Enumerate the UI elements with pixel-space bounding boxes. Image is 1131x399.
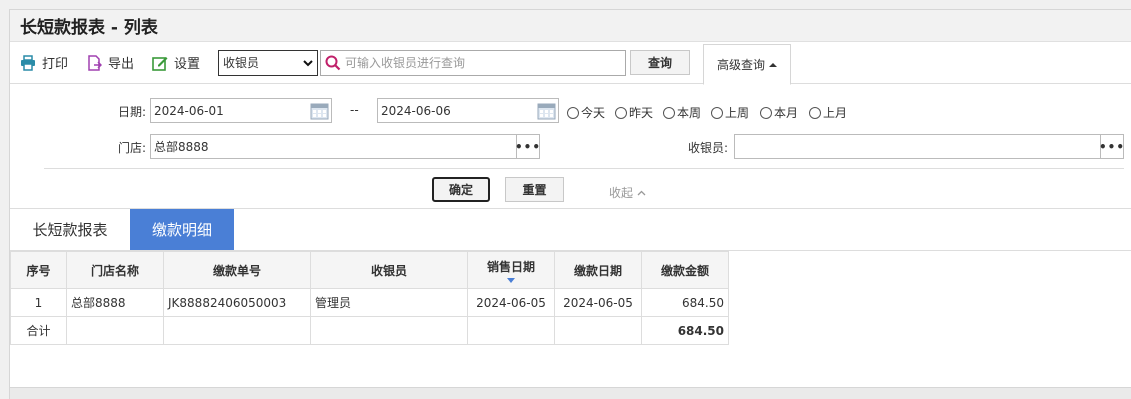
export-icon — [88, 54, 103, 71]
radio-circle — [615, 106, 627, 119]
radio-last-week[interactable]: 上周 — [711, 104, 749, 121]
table-row[interactable]: 1 总部8888 JK88882406050003 管理员 2024-06-05… — [10, 288, 729, 317]
date-label: 日期: — [118, 105, 147, 119]
collapse-label: 收起 — [609, 186, 634, 200]
chevron-up-icon — [637, 190, 646, 195]
date-to-field[interactable]: 2024-06-06 — [377, 98, 559, 123]
tab-long-short-report[interactable]: 长短款报表 — [10, 209, 130, 250]
store-field[interactable]: 总部8888 ••• — [150, 134, 540, 159]
horizontal-scrollbar[interactable] — [10, 387, 1131, 399]
chevron-down-icon — [303, 59, 313, 66]
radio-last-month[interactable]: 上月 — [809, 104, 847, 121]
radio-label: 昨天 — [629, 106, 654, 120]
cell-store: 总部8888 — [66, 288, 164, 317]
search-input[interactable] — [345, 55, 616, 70]
total-empty-cell — [310, 316, 468, 345]
radio-yesterday[interactable]: 昨天 — [615, 104, 653, 121]
search-field-select[interactable]: 收银员 — [218, 49, 319, 76]
col-header-index[interactable]: 序号 — [10, 251, 67, 289]
toolbar: 打印 导出 设置 收银员 可输入收银员进行查询 查询 高级查询 — [10, 42, 1131, 85]
query-button[interactable]: 查询 — [630, 50, 691, 75]
date-from-value: 2024-06-01 — [154, 103, 224, 118]
cashier-label: 收银员: — [688, 141, 729, 155]
printer-icon — [21, 54, 35, 71]
page-title: 长短款报表 - 列表 — [20, 18, 158, 38]
export-button[interactable]: 导出 — [86, 53, 134, 72]
radio-circle — [663, 106, 675, 119]
radio-today[interactable]: 今天 — [567, 104, 605, 121]
report-window: 长短款报表 - 列表 打印 导出 设置 收银员 可输入收银员进行查询 查询 高级… — [9, 9, 1131, 399]
date-to-value: 2024-06-06 — [381, 103, 451, 118]
date-separator: -- — [350, 103, 359, 117]
table-header-row: 序号 门店名称 缴款单号 收银员 销售日期 缴款日期 缴款金额 — [10, 251, 729, 289]
calendar-icon[interactable] — [310, 101, 329, 120]
col-header-payment-no[interactable]: 缴款单号 — [163, 251, 311, 289]
calendar-icon[interactable] — [537, 101, 556, 120]
total-empty-cell — [163, 316, 311, 345]
radio-circle — [809, 106, 821, 119]
radio-label: 今天 — [581, 106, 606, 120]
settings-button[interactable]: 设置 — [152, 53, 200, 72]
reset-button[interactable]: 重置 — [505, 177, 564, 202]
search-box — [320, 49, 627, 76]
store-value: 总部8888 — [154, 140, 209, 154]
edit-icon — [152, 56, 168, 71]
advanced-query-label: 高级查询 — [716, 58, 765, 72]
radio-this-month[interactable]: 本月 — [760, 104, 798, 121]
col-header-sale-date[interactable]: 销售日期 — [467, 251, 555, 289]
col-header-cashier[interactable]: 收银员 — [310, 251, 468, 289]
print-button[interactable]: 打印 — [20, 53, 68, 72]
sale-date-label: 销售日期 — [486, 259, 535, 274]
more-options-icon[interactable]: ••• — [1099, 135, 1124, 158]
col-header-payment-date[interactable]: 缴款日期 — [554, 251, 642, 289]
tab-payment-detail[interactable]: 缴款明细 — [130, 209, 234, 250]
total-amount: 684.50 — [641, 316, 729, 345]
cashier-field[interactable]: ••• — [734, 134, 1124, 159]
radio-label: 本月 — [774, 106, 799, 120]
radio-circle — [567, 106, 579, 119]
total-label: 合计 — [10, 316, 67, 345]
search-icon — [325, 55, 341, 70]
col-header-store[interactable]: 门店名称 — [66, 251, 164, 289]
advanced-filter-panel: 日期: 2024-06-01 -- 2024-06-06 今天 昨天 本周 上周… — [10, 84, 1131, 209]
radio-circle — [760, 106, 772, 119]
radio-label: 上周 — [725, 106, 750, 120]
confirm-button[interactable]: 确定 — [432, 177, 490, 202]
radio-this-week[interactable]: 本周 — [663, 104, 701, 121]
sort-desc-icon — [507, 277, 515, 283]
cell-index: 1 — [10, 288, 67, 317]
more-options-icon[interactable]: ••• — [515, 135, 540, 158]
tab-bar: 长短款报表 缴款明细 — [10, 209, 1131, 251]
print-label: 打印 — [42, 57, 69, 72]
search-field-value: 收银员 — [223, 56, 260, 70]
export-label: 导出 — [108, 57, 135, 72]
radio-label: 本周 — [677, 106, 702, 120]
caret-up-icon — [769, 62, 777, 67]
cell-sale-date: 2024-06-05 — [467, 288, 555, 317]
filter-divider — [44, 168, 1124, 169]
total-empty-cell — [66, 316, 164, 345]
cell-payment-date: 2024-06-05 — [554, 288, 642, 317]
store-label: 门店: — [118, 141, 147, 155]
col-header-amount[interactable]: 缴款金额 — [641, 251, 729, 289]
title-bar: 长短款报表 - 列表 — [10, 10, 1131, 42]
cell-amount: 684.50 — [641, 288, 729, 317]
advanced-query-button[interactable]: 高级查询 — [703, 44, 791, 85]
settings-label: 设置 — [174, 57, 201, 72]
table-total-row: 合计 684.50 — [10, 316, 729, 345]
payment-table: 序号 门店名称 缴款单号 收银员 销售日期 缴款日期 缴款金额 1 总部8888… — [10, 251, 729, 345]
total-empty-cell — [554, 316, 642, 345]
collapse-toggle[interactable]: 收起 — [609, 184, 646, 201]
total-empty-cell — [467, 316, 555, 345]
cell-cashier: 管理员 — [310, 288, 468, 317]
radio-label: 上月 — [823, 106, 848, 120]
radio-circle — [711, 106, 723, 119]
date-from-field[interactable]: 2024-06-01 — [150, 98, 332, 123]
cell-payment-no: JK88882406050003 — [163, 288, 311, 317]
